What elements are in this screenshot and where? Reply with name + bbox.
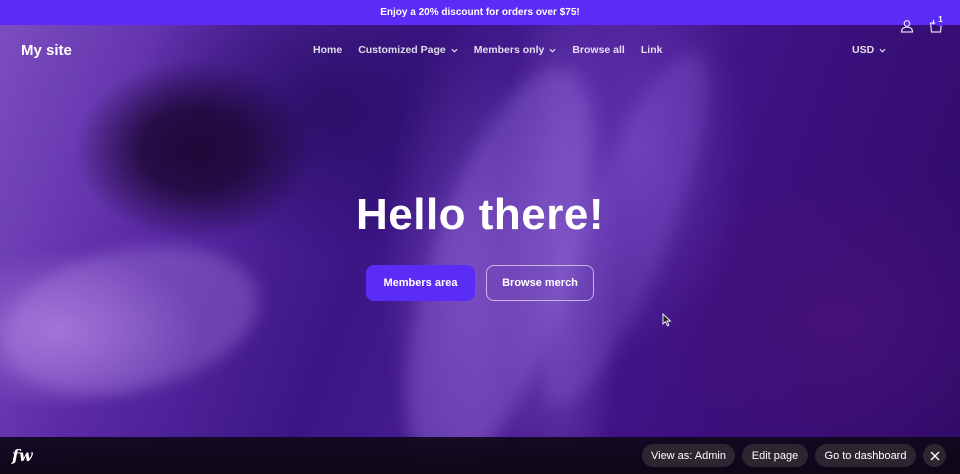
- site-title[interactable]: My site: [21, 42, 72, 59]
- nav-item-home[interactable]: Home: [313, 44, 342, 56]
- nav-item-browse-all[interactable]: Browse all: [572, 44, 625, 56]
- nav-item-label: Customized Page: [358, 44, 446, 56]
- cart-count-badge: 1: [934, 13, 947, 26]
- currency-label: USD: [852, 44, 875, 56]
- nav-item-label: Members only: [473, 44, 545, 56]
- nav-item-members-only[interactable]: Members only: [474, 44, 557, 56]
- main-nav: Home Customized Page Members only Browse…: [313, 44, 678, 56]
- nav-item-link[interactable]: Link: [641, 44, 663, 56]
- edit-page-button[interactable]: Edit page: [742, 444, 808, 467]
- hero-title: Hello there!: [355, 190, 605, 239]
- announcement-bar: Enjoy a 20% discount for orders over $75…: [0, 0, 960, 25]
- user-icon[interactable]: [900, 19, 914, 33]
- announcement-text: Enjoy a 20% discount for orders over $75…: [380, 7, 580, 18]
- nav-item-label: Home: [313, 44, 343, 56]
- close-toolbar-button[interactable]: [923, 444, 946, 467]
- nav-item-label: Browse all: [572, 44, 625, 56]
- nav-item-label: Link: [640, 44, 663, 56]
- members-area-button[interactable]: Members area: [366, 265, 475, 301]
- nav-item-customized-page[interactable]: Customized Page: [358, 44, 458, 56]
- chevron-down-icon: [879, 48, 886, 53]
- close-icon: [930, 451, 939, 460]
- browse-merch-button[interactable]: Browse merch: [486, 265, 594, 301]
- site-header: My site Home Customized Page Members onl…: [0, 25, 960, 77]
- cursor-icon: [662, 313, 672, 327]
- go-to-dashboard-button[interactable]: Go to dashboard: [815, 444, 916, 467]
- view-as-button[interactable]: View as: Admin: [642, 444, 735, 467]
- chevron-down-icon: [451, 48, 458, 53]
- chevron-down-icon: [549, 48, 556, 53]
- fw-logo[interactable]: fw: [12, 446, 33, 465]
- currency-selector[interactable]: USD: [852, 44, 886, 56]
